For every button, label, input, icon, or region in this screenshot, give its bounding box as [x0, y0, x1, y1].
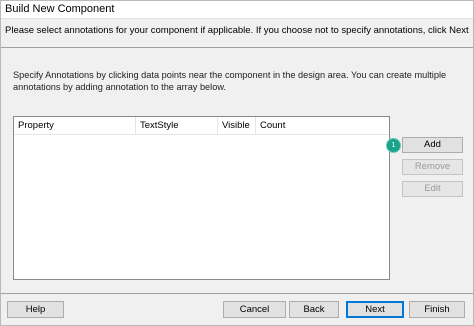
- build-component-dialog: Build New Component Please select annota…: [0, 0, 474, 326]
- back-button[interactable]: Back: [289, 301, 339, 318]
- next-button[interactable]: Next: [346, 301, 404, 318]
- remove-button[interactable]: Remove: [402, 159, 463, 175]
- edit-button[interactable]: Edit: [402, 181, 463, 197]
- finish-button[interactable]: Finish: [409, 301, 465, 318]
- header-divider: [1, 47, 473, 48]
- step-marker-badge: 1: [387, 139, 400, 152]
- add-button[interactable]: Add: [402, 137, 463, 153]
- help-button[interactable]: Help: [7, 301, 64, 318]
- instruction-text: Please select annotations for your compo…: [5, 25, 469, 36]
- cancel-button[interactable]: Cancel: [223, 301, 286, 318]
- column-header-textstyle[interactable]: TextStyle: [136, 117, 218, 135]
- dialog-title: Build New Component: [5, 3, 115, 15]
- description-text: Specify Annotations by clicking data poi…: [13, 70, 447, 92]
- grid-header: Property TextStyle Visible Count: [14, 117, 389, 135]
- column-header-count[interactable]: Count: [256, 117, 296, 135]
- column-header-visible[interactable]: Visible: [218, 117, 256, 135]
- footer-divider: [1, 293, 473, 294]
- annotations-grid[interactable]: Property TextStyle Visible Count: [13, 116, 390, 280]
- column-header-property[interactable]: Property: [14, 117, 136, 135]
- title-bar: Build New Component: [1, 1, 473, 19]
